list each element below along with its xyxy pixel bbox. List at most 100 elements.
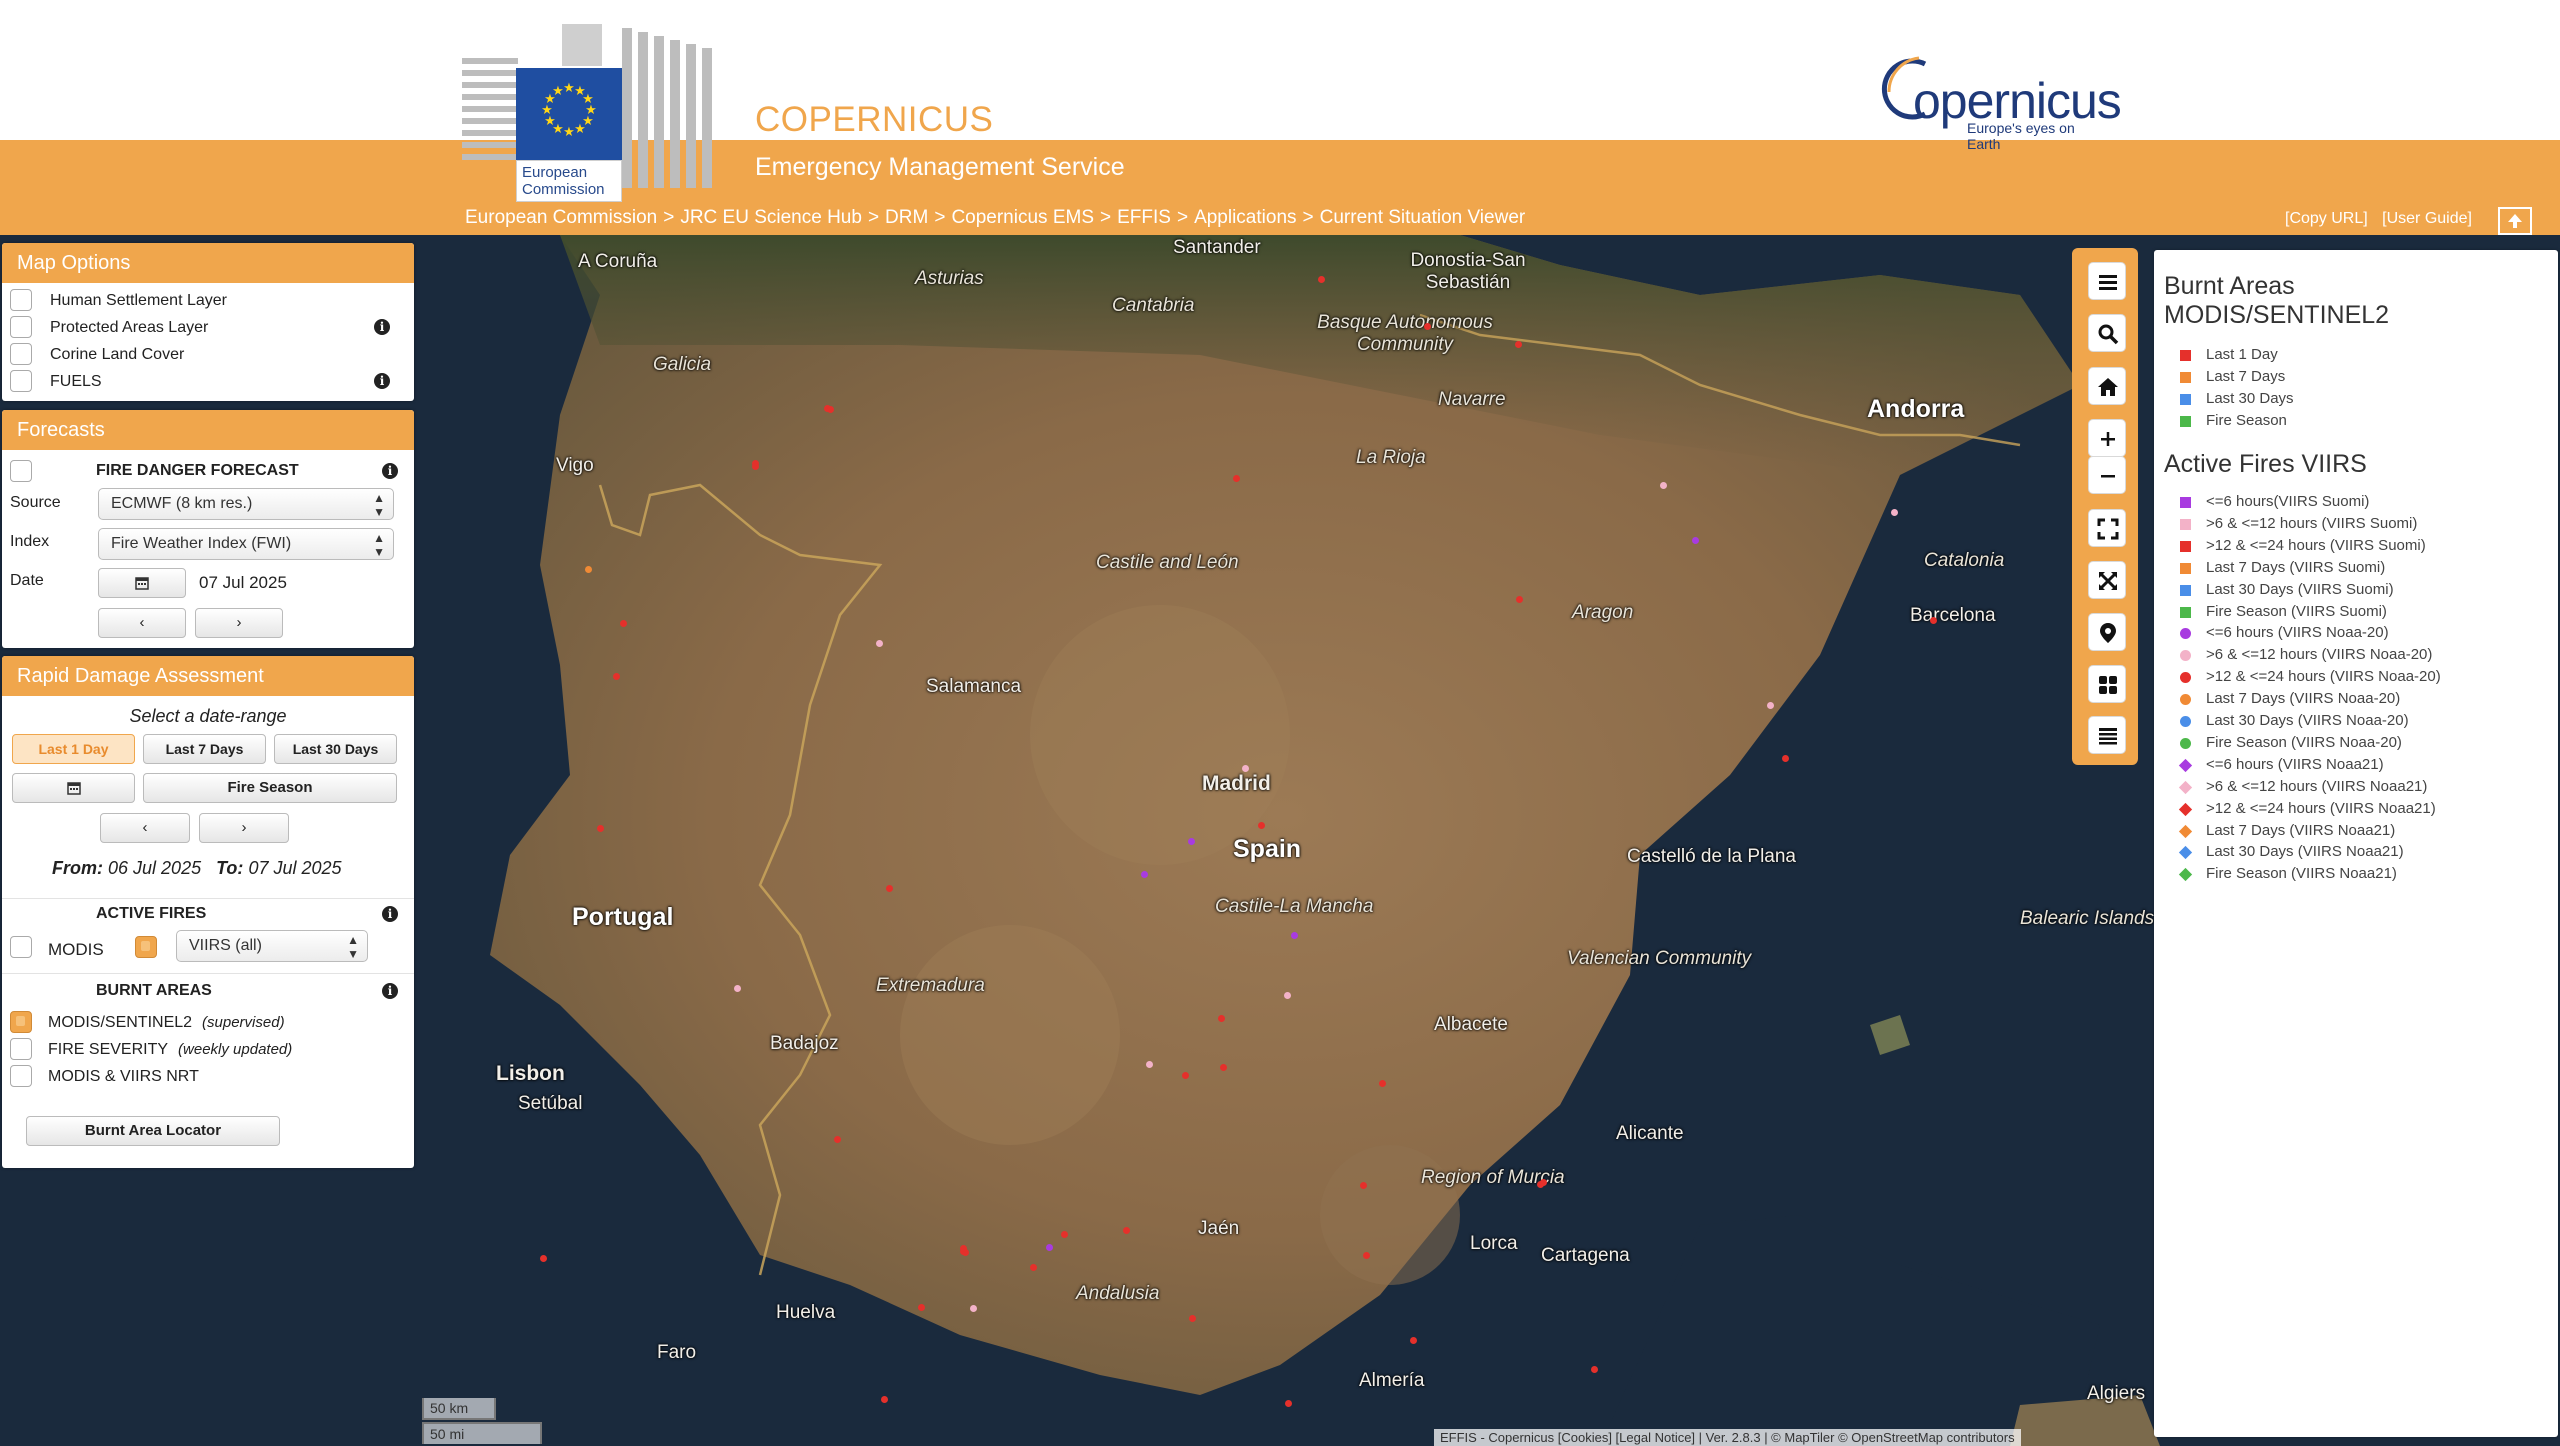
burnt-layer-checkbox[interactable] [10,1038,32,1060]
rda-date-picker-button[interactable] [12,773,135,803]
fire-detection-marker[interactable] [1516,596,1523,603]
breadcrumb-item[interactable]: European Commission [465,207,657,228]
fire-detection-marker[interactable] [613,673,620,680]
fire-detection-marker[interactable] [1540,1179,1547,1186]
fire-detection-marker[interactable] [1233,475,1240,482]
fire-detection-marker[interactable] [1285,1400,1292,1407]
fire-detection-marker[interactable] [970,1305,977,1312]
info-icon[interactable]: i [382,906,398,922]
fire-detection-marker[interactable] [1515,341,1522,348]
range-button[interactable]: Last 30 Days [274,734,397,764]
map-option-row[interactable]: Human Settlement Layer [2,287,414,314]
location-button[interactable] [2088,613,2126,651]
fire-detection-marker[interactable] [1379,1080,1386,1087]
map-attribution[interactable]: EFFIS - Copernicus [Cookies] [Legal Noti… [1434,1429,2021,1446]
rda-prev-button[interactable]: ‹ [100,813,190,843]
fire-detection-marker[interactable] [1782,755,1789,762]
fire-detection-marker[interactable] [1220,1064,1227,1071]
range-button[interactable]: Last 7 Days [143,734,266,764]
fire-detection-marker[interactable] [960,1245,967,1252]
map-option-checkbox[interactable] [10,316,32,338]
fire-detection-marker[interactable] [1242,765,1249,772]
range-button[interactable]: Last 1 Day [12,734,135,764]
home-button[interactable] [2088,367,2126,405]
fullscreen-button[interactable] [2088,509,2126,547]
forecast-next-button[interactable]: › [195,608,283,638]
fire-detection-marker[interactable] [1363,1252,1370,1259]
zoom-out-button[interactable] [2088,456,2126,494]
burnt-layer-checkbox[interactable] [10,1011,32,1033]
rda-next-button[interactable]: › [199,813,289,843]
info-icon[interactable]: i [374,373,390,389]
fire-detection-marker[interactable] [1291,932,1298,939]
map-option-row[interactable]: Corine Land Cover [2,341,414,368]
fire-detection-marker[interactable] [886,885,893,892]
fire-detection-marker[interactable] [1030,1264,1037,1271]
fire-detection-marker[interactable] [1258,822,1265,829]
breadcrumb-item[interactable]: Current Situation Viewer [1320,207,1526,228]
info-icon[interactable]: i [382,463,398,479]
fire-detection-marker[interactable] [834,1136,841,1143]
fire-detection-marker[interactable] [1692,537,1699,544]
basemap-button[interactable] [2088,665,2126,703]
map-options-title[interactable]: Map Options [2,243,414,283]
forecast-prev-button[interactable]: ‹ [98,608,186,638]
breadcrumb-item[interactable]: Copernicus EMS [951,207,1094,228]
fire-detection-marker[interactable] [876,640,883,647]
fire-detection-marker[interactable] [1318,276,1325,283]
fire-detection-marker[interactable] [585,566,592,573]
breadcrumb-item[interactable]: Applications [1194,207,1296,228]
copernicus-logo[interactable]: opernicus Europe's eyes on Earth [1875,52,2122,152]
source-select[interactable]: ECMWF (8 km res.) ▲ ▼ [98,488,394,520]
forecasts-title[interactable]: Forecasts [2,410,414,450]
burnt-area-locator-button[interactable]: Burnt Area Locator [26,1116,280,1146]
layer-list-button[interactable] [2088,716,2126,754]
fire-danger-checkbox[interactable] [10,460,32,482]
fire-detection-marker[interactable] [1767,702,1774,709]
fire-detection-marker[interactable] [1182,1072,1189,1079]
fire-detection-marker[interactable] [1141,871,1148,878]
fire-detection-marker[interactable] [1410,1337,1417,1344]
fire-detection-marker[interactable] [827,406,834,413]
fire-detection-marker[interactable] [918,1304,925,1311]
map-option-row[interactable]: FUELS i [2,368,414,395]
fire-detection-marker[interactable] [1891,509,1898,516]
scroll-top-button[interactable] [2498,207,2532,235]
fire-detection-marker[interactable] [1360,1182,1367,1189]
fire-detection-marker[interactable] [1930,617,1937,624]
fire-detection-marker[interactable] [540,1255,547,1262]
fire-detection-marker[interactable] [1189,1315,1196,1322]
fire-detection-marker[interactable] [1061,1231,1068,1238]
map-option-checkbox[interactable] [10,289,32,311]
menu-button[interactable] [2088,262,2126,300]
forecast-date-picker-button[interactable] [98,568,186,598]
fire-season-button[interactable]: Fire Season [143,773,397,803]
burnt-layer-checkbox[interactable] [10,1065,32,1087]
map-option-checkbox[interactable] [10,370,32,392]
viirs-checkbox[interactable] [135,936,157,958]
index-select[interactable]: Fire Weather Index (FWI) ▲ ▼ [98,528,394,560]
fire-detection-marker[interactable] [1218,1015,1225,1022]
fire-detection-marker[interactable] [1424,323,1431,330]
fire-detection-marker[interactable] [597,825,604,832]
rda-title[interactable]: Rapid Damage Assessment [2,656,414,696]
zoom-in-button[interactable] [2088,419,2126,457]
fire-detection-marker[interactable] [1660,482,1667,489]
modis-checkbox[interactable] [10,936,32,958]
extent-button[interactable] [2088,561,2126,599]
fire-detection-marker[interactable] [752,463,759,470]
fire-detection-marker[interactable] [1046,1244,1053,1251]
european-commission-logo[interactable]: ★ ★ ★ ★ ★ ★ ★ ★ ★ ★ ★ ★ European Commission [462,18,714,202]
map-option-checkbox[interactable] [10,343,32,365]
user-guide-link[interactable]: [User Guide] [2382,210,2472,227]
fire-detection-marker[interactable] [1591,1366,1598,1373]
info-icon[interactable]: i [374,319,390,335]
info-icon[interactable]: i [382,983,398,999]
fire-detection-marker[interactable] [1146,1061,1153,1068]
fire-detection-marker[interactable] [734,985,741,992]
fire-detection-marker[interactable] [620,620,627,627]
fire-detection-marker[interactable] [881,1396,888,1403]
breadcrumb-item[interactable]: EFFIS [1117,207,1171,228]
fire-detection-marker[interactable] [1188,838,1195,845]
copy-url-link[interactable]: [Copy URL] [2285,210,2368,227]
